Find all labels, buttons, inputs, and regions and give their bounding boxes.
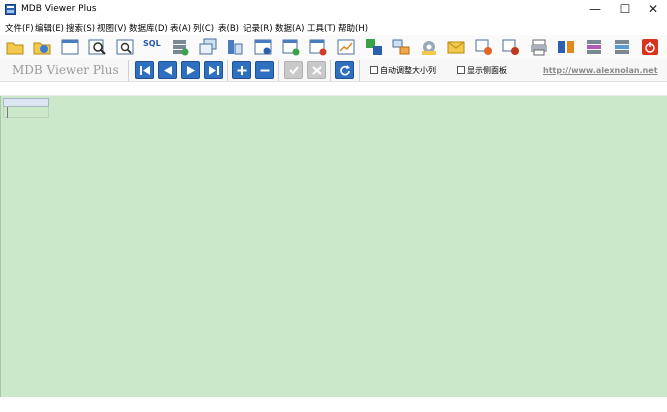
table-add-icon[interactable] xyxy=(282,38,300,56)
app-brand: MDB Viewer Plus xyxy=(12,63,119,77)
next-record-button[interactable] xyxy=(181,61,200,79)
maximize-button[interactable]: ☐ xyxy=(611,0,639,19)
relations-icon[interactable] xyxy=(392,38,410,56)
open-recent-icon[interactable] xyxy=(33,38,51,56)
menu-edit[interactable]: 编辑(E) xyxy=(35,22,64,34)
auto-resize-checkbox[interactable] xyxy=(370,66,378,74)
add-record-button[interactable] xyxy=(232,61,251,79)
show-side-panel-checkbox[interactable] xyxy=(457,66,465,74)
delete-record-button[interactable] xyxy=(255,61,274,79)
export-icon[interactable] xyxy=(447,38,465,56)
divider xyxy=(278,60,279,81)
menu-bar: 文件(F) 编辑(E) 搜索(S) 视图(V) 数据库(D) 表(A) 列(C)… xyxy=(0,19,667,35)
last-record-button[interactable] xyxy=(204,61,223,79)
print-icon[interactable] xyxy=(530,38,548,56)
refresh-button[interactable] xyxy=(335,61,354,79)
sql-icon[interactable]: SQL xyxy=(143,39,163,57)
auto-resize-label: 自动调整大小列 xyxy=(380,66,436,75)
first-record-button[interactable] xyxy=(135,61,154,79)
rename-icon[interactable] xyxy=(365,38,383,56)
main-toolbar: SQL xyxy=(0,35,667,59)
database-add-icon[interactable] xyxy=(171,38,189,56)
add-record-icon xyxy=(237,66,247,75)
menu-table-b[interactable]: 表(B) xyxy=(218,22,239,34)
import-export-icon[interactable] xyxy=(502,38,520,56)
columns-icon[interactable] xyxy=(226,38,244,56)
last-record-icon xyxy=(209,66,219,75)
grid-cell[interactable] xyxy=(3,107,49,118)
close-button[interactable]: ✕ xyxy=(639,0,667,19)
app-icon xyxy=(5,4,16,15)
next-record-icon xyxy=(187,66,195,75)
menu-view[interactable]: 视图(V) xyxy=(97,22,126,34)
import-icon[interactable] xyxy=(475,38,493,56)
menu-database[interactable]: 数据库(D) xyxy=(129,22,168,34)
refresh-icon xyxy=(340,65,350,76)
navigation-toolbar: MDB Viewer Plus 自动调整大小列 显示侧面板 http://www… xyxy=(0,59,667,82)
compare-icon[interactable] xyxy=(557,38,575,56)
menu-tools[interactable]: 工具(T) xyxy=(307,22,336,34)
divider xyxy=(330,60,331,81)
chart-icon[interactable] xyxy=(337,38,355,56)
divider xyxy=(359,60,360,81)
row-indicator xyxy=(3,107,8,118)
table-remove-icon[interactable] xyxy=(309,38,327,56)
power-icon[interactable] xyxy=(641,38,659,56)
menu-help[interactable]: 帮助(H) xyxy=(338,22,368,34)
minimize-button[interactable]: — xyxy=(581,0,609,19)
divider xyxy=(128,60,129,81)
first-record-icon xyxy=(140,66,150,75)
previous-record-button[interactable] xyxy=(158,61,177,79)
cancel-record-button[interactable] xyxy=(307,61,326,79)
search-icon[interactable] xyxy=(88,38,106,56)
sync-icon[interactable] xyxy=(585,38,603,56)
menu-column[interactable]: 列(C) xyxy=(193,22,214,34)
cancel-record-icon xyxy=(312,66,322,75)
filter-strip xyxy=(0,83,667,96)
menu-file[interactable]: 文件(F) xyxy=(5,22,34,34)
query-icon[interactable] xyxy=(116,38,134,56)
menu-search[interactable]: 搜索(S) xyxy=(66,22,95,34)
website-link[interactable]: http://www.alexnolan.net xyxy=(543,66,658,75)
show-side-panel-label: 显示侧面板 xyxy=(467,66,507,75)
settings-icon[interactable] xyxy=(420,38,438,56)
table-info-icon[interactable] xyxy=(254,38,272,56)
previous-record-icon xyxy=(164,66,172,75)
delete-record-icon xyxy=(260,69,270,72)
data-grid[interactable] xyxy=(0,96,667,397)
menu-record[interactable]: 记录(R) xyxy=(243,22,273,34)
window-bottom xyxy=(0,397,667,412)
save-record-button[interactable] xyxy=(284,61,303,79)
menu-table-a[interactable]: 表(A) xyxy=(170,22,191,34)
title-bar: MDB Viewer Plus — ☐ ✕ xyxy=(0,0,667,19)
divider xyxy=(227,60,228,81)
database-config-icon[interactable] xyxy=(613,38,631,56)
table-view-icon[interactable] xyxy=(61,38,79,56)
window-title: MDB Viewer Plus xyxy=(21,4,97,14)
grid-corner-header[interactable] xyxy=(3,98,49,107)
save-record-icon xyxy=(289,66,299,75)
tables-icon[interactable] xyxy=(199,38,217,56)
open-folder-icon[interactable] xyxy=(6,38,24,56)
menu-data[interactable]: 数据(A) xyxy=(275,22,304,34)
